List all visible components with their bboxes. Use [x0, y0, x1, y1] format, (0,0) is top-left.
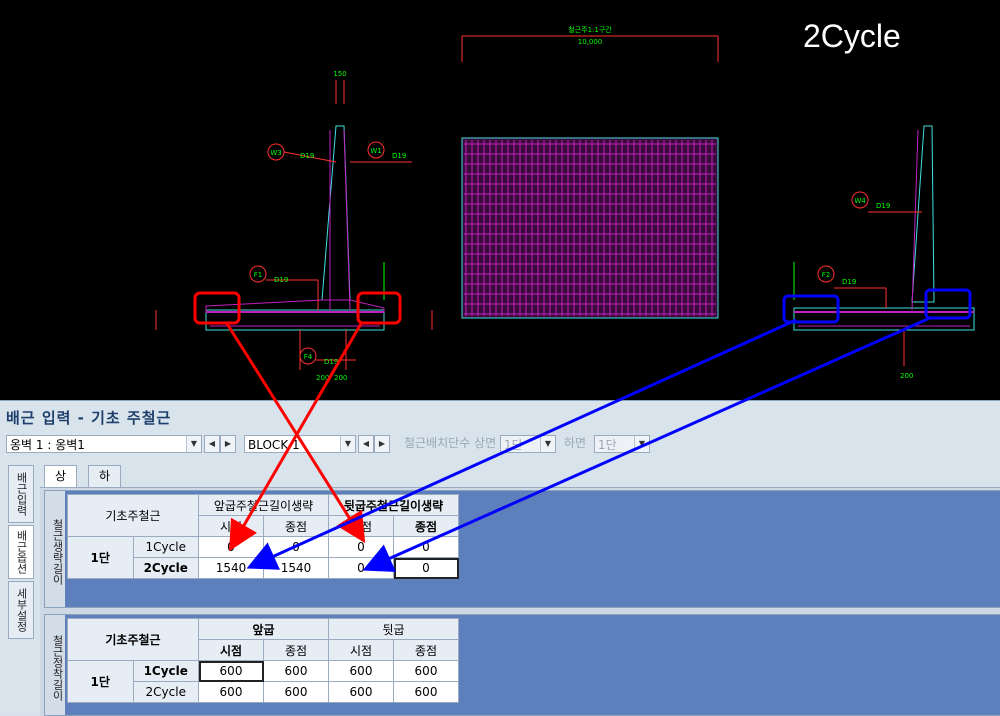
col-start: 시점 — [198, 515, 264, 537]
cell[interactable]: 600 — [328, 681, 394, 703]
col-end: 종점 — [263, 639, 329, 661]
row-label-2cycle: 2Cycle — [132, 557, 199, 579]
vertical-tabs: 배근입력 배근옵션 세부설정 — [8, 465, 34, 641]
cell[interactable]: 600 — [393, 660, 459, 682]
row-group-label: 1단 — [67, 660, 134, 703]
svg-text:W1: W1 — [370, 147, 381, 155]
rebar-count-label: 철근배치단수 상면 — [404, 436, 497, 450]
block-select[interactable]: BLOCK 1 ▼ — [244, 435, 356, 453]
vtab-detail-settings[interactable]: 세부설정 — [8, 581, 34, 639]
corner-header: 기초주철근 — [67, 618, 199, 661]
cell[interactable]: 600 — [328, 660, 394, 682]
wall-select[interactable]: 옹벽 1 : 옹벽1 ▼ — [6, 435, 202, 453]
row-group-label: 1단 — [67, 536, 134, 579]
chevron-down-icon[interactable]: ▼ — [340, 436, 355, 452]
cell-selected[interactable]: 0 — [393, 557, 459, 579]
tab-top-surface[interactable]: 상면 — [44, 465, 78, 504]
chevron-down-icon[interactable]: ▼ — [634, 436, 649, 452]
cell[interactable]: 600 — [198, 681, 264, 703]
corner-header: 기초주철근 — [67, 494, 199, 537]
svg-text:200: 200 — [316, 374, 329, 382]
toolbar: 옹벽 1 : 옹벽1 ▼ ◀ ▶ BLOCK 1 ▼ ◀ ▶ 철근배치단수 상면… — [0, 431, 1000, 457]
col-start: 시점 — [328, 639, 394, 661]
cell[interactable]: 0 — [198, 536, 264, 558]
cell[interactable]: 0 — [328, 557, 394, 579]
svg-text:W3: W3 — [270, 149, 281, 157]
highlight-front-heel-left — [193, 291, 241, 325]
bottom-count-label: 하면 — [564, 436, 587, 450]
cell[interactable]: 600 — [263, 660, 329, 682]
svg-text:F4: F4 — [304, 353, 313, 361]
back-heel-header: 뒷굽 — [328, 618, 459, 640]
dim-top-label: 철근주1:1구간 — [568, 25, 612, 34]
tab-bottom-surface[interactable]: 하면 — [88, 465, 122, 504]
col-start: 시점 — [198, 639, 264, 661]
vtab-rebar-input[interactable]: 배근입력 — [8, 465, 34, 523]
back-heel-header: 뒷굽주철근길이생략 — [328, 494, 459, 516]
highlight-front-heel-right — [782, 294, 840, 324]
svg-text:200: 200 — [900, 372, 913, 380]
prev-block-button[interactable]: ◀ — [358, 435, 374, 453]
dim-top-value: 10,000 — [578, 38, 603, 46]
svg-text:D19: D19 — [842, 278, 856, 286]
chevron-down-icon[interactable]: ▼ — [540, 436, 555, 452]
svg-text:D19: D19 — [876, 202, 890, 210]
svg-text:W4: W4 — [854, 197, 866, 205]
cell[interactable]: 0 — [393, 536, 459, 558]
anchor-length-group: 철근정착길이 기초주철근 앞굽 뒷굽 시점 종점 시점 종점 1단 1Cycle… — [44, 614, 1000, 716]
next-wall-button[interactable]: ▶ — [220, 435, 236, 453]
col-start: 시점 — [328, 515, 394, 537]
svg-text:D19: D19 — [300, 152, 314, 160]
chevron-down-icon[interactable]: ▼ — [186, 436, 201, 452]
prev-wall-button[interactable]: ◀ — [204, 435, 220, 453]
cad-drawing: 철근주1:1구간 10,000 150 W3 D19 W1 D19 F1 D19… — [155, 25, 975, 382]
col-end: 종점 — [393, 515, 459, 537]
row-label-1cycle: 1Cycle — [132, 536, 199, 558]
row-label-2cycle: 2Cycle — [132, 681, 199, 703]
svg-text:150: 150 — [333, 70, 346, 78]
front-heel-header: 앞굽 — [198, 618, 329, 640]
tab-content: 철근생략길이 기초주철근 앞굽주철근길이생략 뒷굽주철근길이생략 시점 종점 시… — [40, 487, 1000, 716]
input-panel: 배근 입력 - 기초 주철근 옹벽 1 : 옹벽1 ▼ ◀ ▶ BLOCK 1 … — [0, 400, 1000, 716]
svg-text:D19: D19 — [324, 358, 338, 366]
next-block-button[interactable]: ▶ — [374, 435, 390, 453]
omit-length-table: 기초주철근 앞굽주철근길이생략 뒷굽주철근길이생략 시점 종점 시점 종점 1단… — [67, 494, 459, 579]
svg-text:D19: D19 — [392, 152, 406, 160]
svg-text:200: 200 — [334, 374, 347, 382]
cell[interactable]: 600 — [263, 681, 329, 703]
cycle-label: 2Cycle — [803, 18, 901, 54]
col-end: 종점 — [393, 639, 459, 661]
rebar-mesh — [461, 137, 719, 319]
omit-length-group: 철근생략길이 기초주철근 앞굽주철근길이생략 뒷굽주철근길이생략 시점 종점 시… — [44, 490, 1000, 608]
front-heel-header: 앞굽주철근길이생략 — [198, 494, 329, 516]
cell[interactable]: 0 — [328, 536, 394, 558]
cell[interactable]: 1540 — [263, 557, 329, 579]
cell[interactable]: 1540 — [198, 557, 264, 579]
omit-length-label: 철근생략길이 — [45, 491, 65, 607]
col-end: 종점 — [263, 515, 329, 537]
vtab-rebar-options[interactable]: 배근옵션 — [8, 525, 34, 579]
anchor-length-label: 철근정착길이 — [45, 615, 65, 715]
anchor-length-table: 기초주철근 앞굽 뒷굽 시점 종점 시점 종점 1단 1Cycle 600 60… — [67, 618, 459, 703]
svg-text:F2: F2 — [822, 271, 830, 279]
cell[interactable]: 0 — [263, 536, 329, 558]
svg-text:F1: F1 — [254, 271, 262, 279]
svg-text:D19: D19 — [274, 276, 288, 284]
highlight-back-heel-right — [924, 288, 972, 320]
bottom-count-select[interactable]: 1단 ▼ — [594, 435, 650, 453]
cell-selected[interactable]: 600 — [198, 660, 264, 682]
highlight-back-heel-left — [356, 291, 402, 325]
cell[interactable]: 600 — [393, 681, 459, 703]
panel-title: 배근 입력 - 기초 주철근 — [6, 409, 172, 427]
top-count-select[interactable]: 1단 ▼ — [500, 435, 556, 453]
cad-viewport[interactable]: 철근주1:1구간 10,000 150 W3 D19 W1 D19 F1 D19… — [0, 0, 1000, 400]
row-label-1cycle: 1Cycle — [132, 660, 199, 682]
